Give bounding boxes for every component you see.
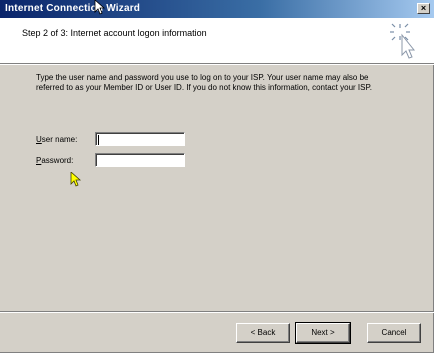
next-button[interactable]: Next > bbox=[295, 322, 351, 344]
wizard-window: Internet Connection Wizard × Step 2 of 3… bbox=[0, 0, 434, 353]
window-title: Internet Connection Wizard bbox=[5, 3, 141, 14]
close-icon: × bbox=[420, 3, 427, 13]
username-label-rest: ser name: bbox=[41, 135, 78, 144]
title-bar[interactable]: Internet Connection Wizard × bbox=[0, 0, 434, 18]
password-label-rest: assword: bbox=[41, 156, 74, 165]
yellow-pointer-icon bbox=[70, 172, 82, 187]
text-caret bbox=[98, 135, 99, 145]
footer-separator bbox=[0, 311, 434, 313]
close-button[interactable]: × bbox=[417, 3, 430, 14]
username-input[interactable] bbox=[95, 132, 185, 146]
password-label: Password: bbox=[36, 156, 73, 165]
step-title: Step 2 of 3: Internet account logon info… bbox=[22, 28, 207, 38]
wizard-sparkle-icon bbox=[390, 23, 416, 59]
cancel-button[interactable]: Cancel bbox=[367, 323, 421, 343]
back-button[interactable]: < Back bbox=[236, 323, 290, 343]
username-label: User name: bbox=[36, 135, 77, 144]
password-input[interactable] bbox=[95, 153, 185, 167]
wizard-header: Step 2 of 3: Internet account logon info… bbox=[0, 18, 434, 65]
instructions-text: Type the user name and password you use … bbox=[36, 73, 372, 92]
